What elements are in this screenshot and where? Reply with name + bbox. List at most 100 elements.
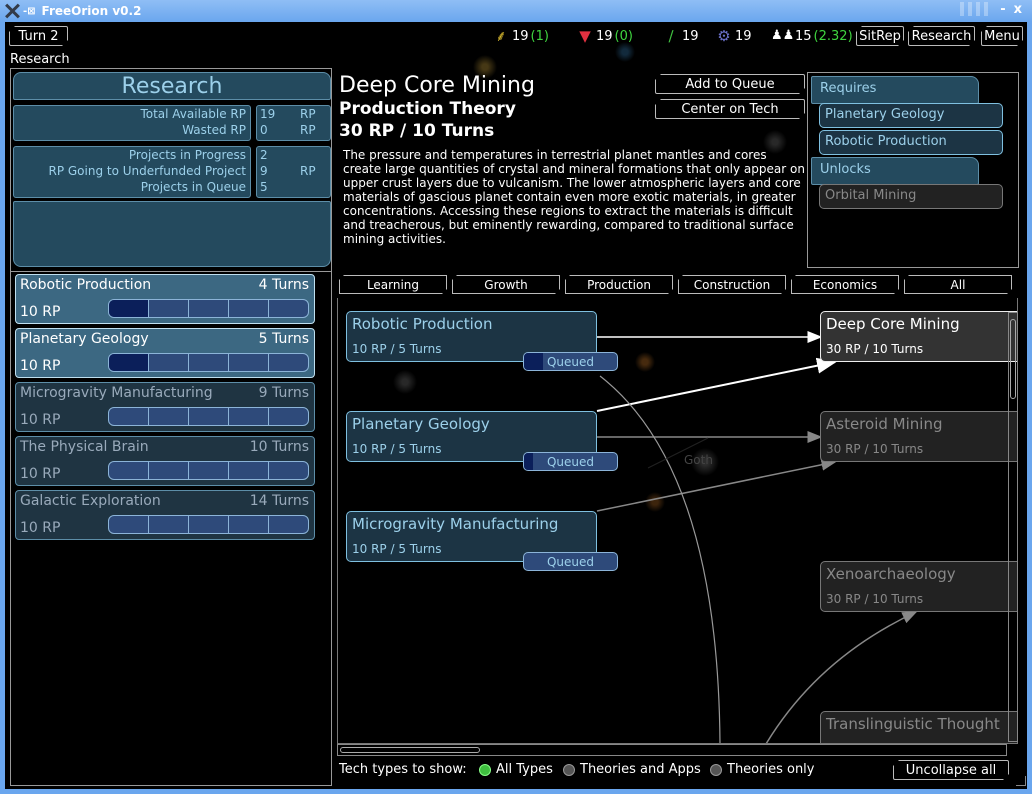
divider — [11, 271, 331, 272]
tab-production[interactable]: Production — [565, 275, 673, 294]
window-title: FreeOrion v0.2 — [41, 4, 142, 18]
progress-segment — [149, 354, 189, 371]
horizontal-scrollbar[interactable] — [337, 744, 1007, 756]
tech-node[interactable]: Translinguistic Thought — [820, 711, 1017, 743]
queue-item-turns: 14 Turns — [249, 493, 309, 509]
progress-segment — [189, 516, 229, 533]
queue-item[interactable]: Galactic Exploration 14 Turns 10 RP — [15, 490, 315, 540]
tab-economics[interactable]: Economics — [791, 275, 899, 294]
rp-stats-values: 19 RP 0 RP — [256, 105, 331, 141]
queue-item[interactable]: The Physical Brain 10 Turns 10 RP — [15, 436, 315, 486]
tech-node-name: Microgravity Manufacturing — [352, 515, 559, 533]
radio-selected-icon — [479, 763, 491, 776]
tech-name: Deep Core Mining — [339, 73, 535, 98]
radio-theories-only[interactable]: Theories only — [710, 762, 815, 777]
radio-unselected-icon — [563, 763, 575, 776]
add-to-queue-button[interactable]: Add to Queue — [655, 74, 805, 94]
minimize-button[interactable]: - — [1000, 2, 1005, 17]
requires-item[interactable]: Planetary Geology — [819, 103, 1003, 128]
progress-segment — [149, 300, 189, 317]
progress-segment — [149, 516, 189, 533]
unlocks-item[interactable]: Orbital Mining — [819, 184, 1003, 209]
queued-progress-fill — [524, 353, 543, 370]
industry-icon: ⚙ — [717, 27, 731, 45]
tech-node-cost: 30 RP / 10 Turns — [826, 442, 924, 456]
progress-bar — [108, 353, 309, 372]
tech-node-cost: 30 RP / 10 Turns — [826, 342, 924, 356]
research-icon: ∕ — [668, 27, 674, 45]
tab-learning[interactable]: Learning — [339, 275, 447, 294]
tech-node[interactable]: Xenoarchaeology 30 RP / 10 Turns — [820, 561, 1017, 612]
window-titlebar: -⊠ FreeOrion v0.2 - x — [0, 0, 1032, 22]
queue-item-name: Robotic Production — [20, 277, 152, 293]
requires-item[interactable]: Robotic Production — [819, 130, 1003, 155]
minerals-resource: ▼ 19 (0) — [576, 27, 633, 45]
tech-tree[interactable]: Goth Robotic Production 10 RP / 5 Turns Qu… — [337, 298, 1018, 744]
vertical-scrollbar[interactable] — [1008, 312, 1018, 742]
radio-all-types[interactable]: All Types — [479, 762, 553, 777]
resize-grip-icon[interactable] — [1016, 776, 1026, 786]
close-button[interactable]: x — [1014, 2, 1022, 17]
queued-label: Queued — [546, 454, 595, 469]
rp-stats-labels: Total Available RP Wasted RP — [13, 105, 251, 141]
tech-node-name: Deep Core Mining — [826, 315, 960, 333]
info-box — [13, 201, 331, 267]
menu-button[interactable]: Menu — [981, 26, 1023, 46]
link-geology-to-deepcore — [596, 357, 837, 412]
research-button[interactable]: Research — [908, 26, 975, 46]
tab-all[interactable]: All — [904, 275, 1012, 294]
progress-segment — [189, 354, 229, 371]
tech-node-name: Planetary Geology — [352, 415, 490, 433]
population-icon: ♟♟ — [771, 28, 795, 43]
queue-item-rp: 10 RP — [20, 304, 61, 320]
progress-segment — [229, 516, 269, 533]
progress-bar — [108, 461, 309, 480]
queued-label: Queued — [546, 554, 595, 569]
queue-item[interactable]: Planetary Geology 5 Turns 10 RP — [15, 328, 315, 378]
queue-item-name: Galactic Exploration — [20, 493, 161, 509]
pin-icon[interactable]: -⊠ — [23, 6, 36, 17]
requires-unlocks-panel: Requires Planetary Geology Robotic Produ… — [807, 72, 1019, 268]
queued-label: Queued — [546, 354, 595, 369]
tech-node[interactable]: Deep Core Mining 30 RP / 10 Turns — [820, 311, 1017, 362]
window-decoration — [960, 2, 989, 16]
scroll-thumb[interactable] — [1010, 319, 1016, 399]
tab-growth[interactable]: Growth — [452, 275, 560, 294]
tech-node-name: Asteroid Mining — [826, 415, 943, 433]
queue-item[interactable]: Microgravity Manufacturing 9 Turns 10 RP — [15, 382, 315, 432]
progress-segment — [189, 300, 229, 317]
requires-header: Requires — [811, 76, 979, 104]
progress-segment — [109, 408, 149, 425]
turn-button[interactable]: Turn 2 — [9, 26, 68, 46]
scroll-thumb[interactable] — [340, 747, 480, 753]
queue-item-turns: 5 Turns — [258, 331, 309, 347]
population-resource: ♟♟ 15 (2.32) — [771, 28, 853, 44]
system-label: Goth — [684, 453, 713, 467]
progress-segment — [109, 300, 149, 317]
tech-node-name: Robotic Production — [352, 315, 493, 333]
queue-item-name: The Physical Brain — [20, 439, 149, 455]
tech-node[interactable]: Asteroid Mining 30 RP / 10 Turns — [820, 411, 1017, 462]
link-microgravity-to-asteroid — [596, 458, 837, 512]
progress-segment — [189, 462, 229, 479]
uncollapse-all-button[interactable]: Uncollapse all — [893, 760, 1009, 780]
sitrep-button[interactable]: SitRep — [856, 26, 904, 46]
minerals-icon: ▼ — [579, 27, 591, 45]
project-stats-values: 2 9 RP 5 — [256, 146, 331, 198]
queue-item-rp: 10 RP — [20, 520, 61, 536]
radio-theories-and-apps[interactable]: Theories and Apps — [563, 762, 701, 777]
food-resource: ⸙ 19 (1) — [492, 27, 549, 45]
progress-segment — [229, 408, 269, 425]
center-on-tech-button[interactable]: Center on Tech — [655, 99, 805, 119]
tech-description: The pressure and temperatures in terrest… — [343, 148, 805, 246]
queued-badge: Queued — [523, 552, 618, 571]
tech-node-cost: 10 RP / 5 Turns — [352, 542, 442, 556]
research-resource: ∕ 19 — [662, 27, 698, 45]
screen-label: Research — [10, 52, 70, 67]
queue-item[interactable]: Robotic Production 4 Turns 10 RP — [15, 274, 315, 324]
progress-segment — [269, 408, 308, 425]
queue-item-turns: 10 Turns — [249, 439, 309, 455]
progress-segment — [269, 516, 308, 533]
industry-resource: ⚙ 19 — [715, 27, 751, 45]
tab-construction[interactable]: Construction — [678, 275, 786, 294]
